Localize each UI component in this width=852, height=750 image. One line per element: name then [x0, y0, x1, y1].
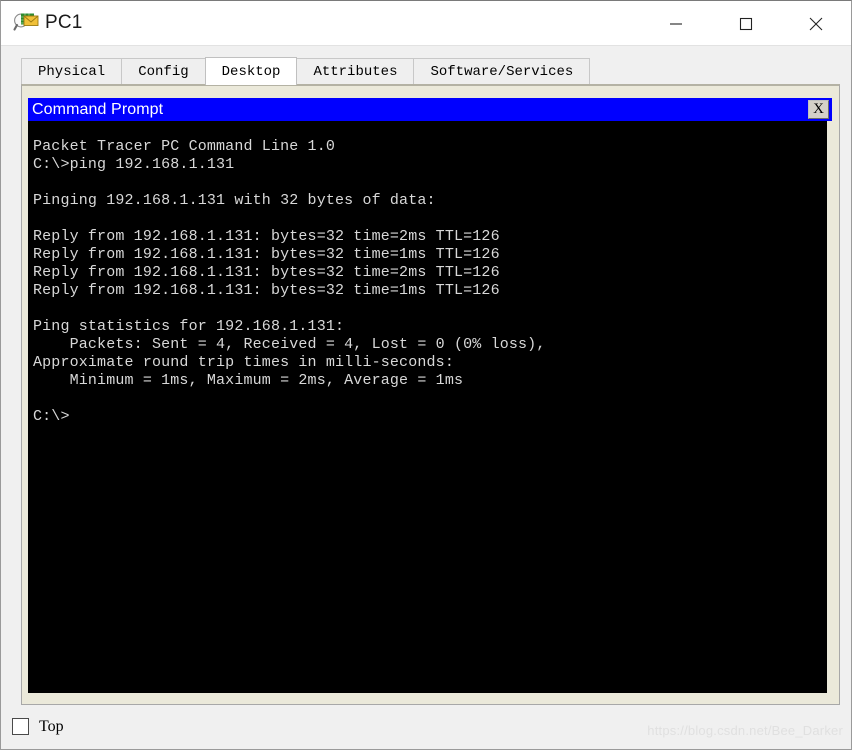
maximize-button[interactable]: [711, 1, 781, 46]
pc1-device-window: PC1 Physical Config Desktop Attributes S…: [0, 0, 852, 750]
tab-software-services[interactable]: Software/Services: [413, 58, 591, 84]
top-checkbox[interactable]: [12, 718, 29, 735]
tab-attributes[interactable]: Attributes: [296, 58, 415, 84]
command-prompt-output: Packet Tracer PC Command Line 1.0 C:\>pi…: [33, 138, 546, 425]
tab-physical[interactable]: Physical: [21, 58, 123, 84]
desktop-tab-panel: Command Prompt X Packet Tracer PC Comman…: [21, 84, 840, 705]
tab-software-services-label: Software/Services: [430, 63, 574, 80]
command-prompt-window: Command Prompt X Packet Tracer PC Comman…: [28, 98, 832, 696]
command-prompt-title: Command Prompt: [32, 100, 164, 118]
device-tab-strip: Physical Config Desktop Attributes Softw…: [1, 57, 851, 85]
command-prompt-screen[interactable]: Packet Tracer PC Command Line 1.0 C:\>pi…: [28, 121, 827, 693]
tab-desktop-label: Desktop: [221, 63, 281, 80]
window-controls: [641, 1, 851, 46]
tab-physical-label: Physical: [38, 63, 106, 80]
command-prompt-titlebar[interactable]: Command Prompt X: [28, 98, 832, 121]
window-title: PC1: [45, 12, 83, 33]
tab-desktop[interactable]: Desktop: [204, 57, 298, 85]
tab-attributes-label: Attributes: [313, 63, 398, 80]
close-button[interactable]: [781, 1, 851, 46]
top-checkbox-label: Top: [39, 717, 64, 735]
command-prompt-close-icon[interactable]: X: [808, 100, 829, 119]
packet-tracer-inspect-icon: [13, 11, 39, 35]
window-title-bar: PC1: [1, 1, 851, 46]
watermark-text: https://blog.csdn.net/Bee_Darker: [647, 723, 843, 738]
tab-config[interactable]: Config: [121, 58, 206, 84]
tab-config-label: Config: [138, 63, 189, 80]
minimize-button[interactable]: [641, 1, 711, 46]
